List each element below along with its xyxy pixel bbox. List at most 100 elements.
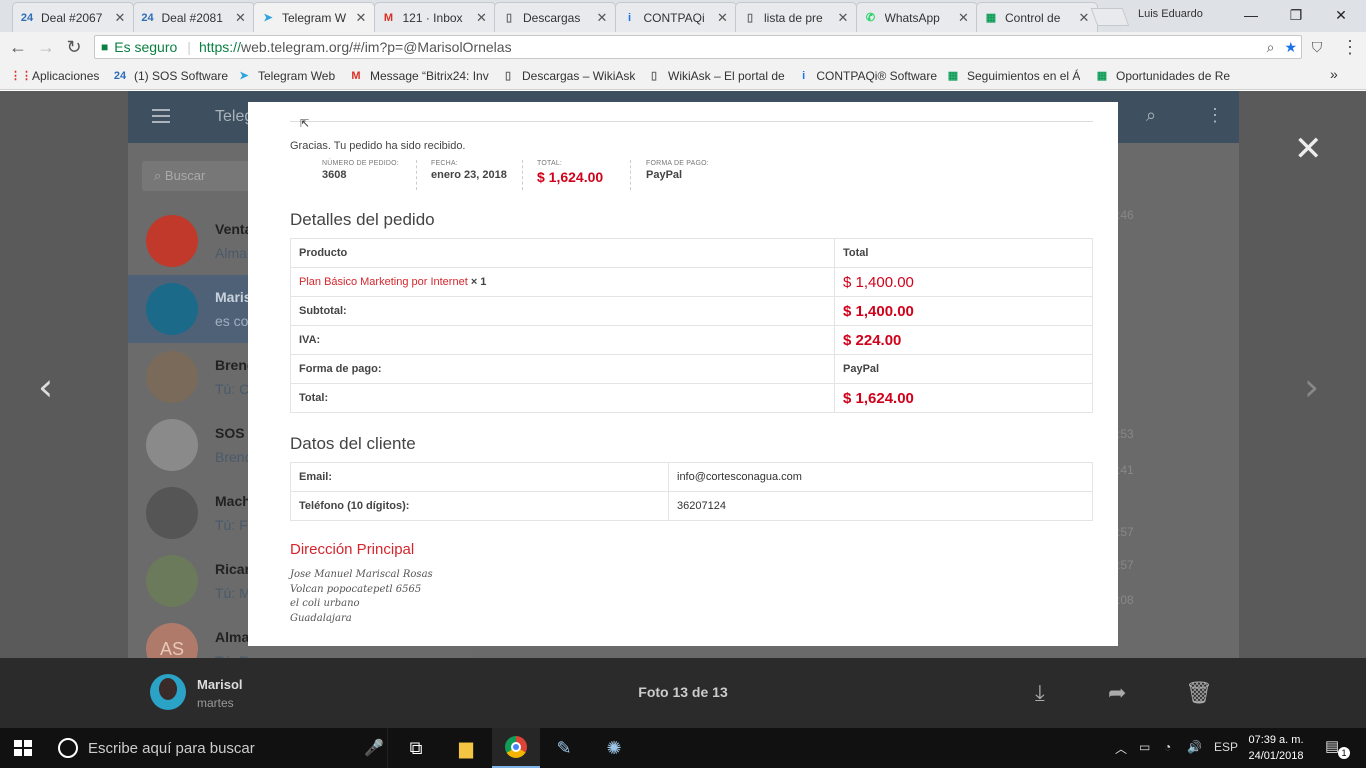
bookmark-star-icon[interactable]: ★	[1284, 36, 1297, 58]
delete-trash-icon[interactable]: 🗑	[1185, 680, 1213, 706]
bookmark-label: Aplicaciones	[32, 69, 100, 83]
column-header-total: Total	[834, 238, 1093, 268]
file-explorer-icon[interactable]: ▆	[442, 728, 490, 768]
page-icon: ▯	[505, 12, 513, 24]
bookmark-label: (1) SOS Software	[134, 69, 229, 83]
address-line: Volcan popocatepetl 6565	[290, 583, 422, 595]
tab-close-icon[interactable]: ✕	[475, 10, 489, 26]
telegram-icon: ➤	[263, 12, 273, 24]
download-icon[interactable]: ⤓	[1035, 680, 1045, 706]
bookmark-label: Seguimientos en el Á	[967, 69, 1081, 83]
browser-tab[interactable]: 24 Deal #2067 ✕	[12, 2, 134, 32]
browser-tab[interactable]: ▦ Control de ✕	[976, 2, 1098, 32]
bookmark-item[interactable]: ➤ Telegram Web	[236, 68, 335, 84]
bookmark-label: Oportunidades de Re	[1116, 69, 1231, 83]
shield-extension-icon[interactable]: ⛉	[1305, 36, 1329, 58]
bookmark-item[interactable]: i CONTPAQi® Software	[797, 68, 937, 84]
language-indicator[interactable]: ESP	[1214, 740, 1238, 754]
order-total: Total: $ 1,624.00	[537, 160, 603, 185]
menu-icon[interactable]	[152, 109, 170, 127]
photo-author-name[interactable]: Marisol	[197, 677, 243, 692]
browser-tab[interactable]: i CONTPAQi ✕	[614, 2, 737, 32]
bookmark-item[interactable]: ▯ Descargas – WikiAsk	[500, 68, 635, 84]
bookmark-item[interactable]: 24 (1) SOS Software	[112, 68, 228, 84]
clock-date: 24/01/2018	[1248, 750, 1304, 762]
browser-tab[interactable]: ▯ Descargas ✕	[494, 2, 616, 32]
browser-toolbar: ← → ↻ ■ Es seguro | https://web.telegram…	[0, 32, 1366, 62]
close-window-button[interactable]: ✕	[1318, 4, 1364, 26]
address-line: Guadalajara	[290, 612, 352, 624]
order-date: Fecha: enero 23, 2018	[431, 160, 507, 181]
avatar[interactable]	[150, 674, 186, 710]
wifi-icon[interactable]: ◔	[1164, 740, 1171, 754]
tab-title: Control de	[1005, 10, 1061, 25]
tab-close-icon[interactable]: ✕	[113, 10, 127, 26]
order-date-value: enero 23, 2018	[431, 169, 507, 181]
back-arrow-icon[interactable]: ←	[6, 36, 30, 58]
separator: |	[187, 39, 191, 55]
more-options-icon[interactable]: ⋮	[1206, 105, 1224, 126]
page-icon: ▯	[650, 70, 658, 82]
bookmark-label: Descargas – WikiAsk	[522, 69, 636, 83]
address-title: Dirección Principal	[290, 541, 415, 558]
volume-icon[interactable]: 🔊	[1187, 740, 1202, 754]
new-tab-button[interactable]	[1090, 8, 1130, 26]
order-date-label: Fecha:	[431, 160, 458, 167]
chat-preview: Tú: C	[215, 381, 250, 397]
tab-close-icon[interactable]: ✕	[234, 10, 248, 26]
product-link[interactable]: Plan Básico Marketing por Internet	[299, 276, 468, 288]
chrome-taskbar-icon[interactable]	[492, 728, 540, 768]
task-view-icon[interactable]: ⧉	[392, 728, 440, 768]
reload-icon[interactable]: ↻	[62, 36, 86, 58]
contpaqi-icon: i	[627, 11, 632, 24]
profile-name[interactable]: Luis Eduardo	[1138, 8, 1203, 20]
mouse-cursor-icon: ⇱	[300, 118, 310, 130]
tab-close-icon[interactable]: ✕	[1077, 10, 1091, 26]
contpaqi-icon: i	[802, 70, 806, 82]
search-icon[interactable]: ⌕	[1146, 105, 1156, 126]
bookmark-item[interactable]: M Message “Bitrix24: Inv	[348, 68, 488, 84]
forward-arrow-icon[interactable]: →	[34, 36, 58, 58]
tray-overflow-chevron-icon[interactable]: ︿	[1115, 740, 1127, 757]
url-text: web.telegram.org/#/im?p=@MarisolOrnelas	[240, 39, 512, 55]
chrome-menu-icon[interactable]: ⋮	[1338, 36, 1362, 58]
tab-close-icon[interactable]: ✕	[354, 10, 368, 26]
microphone-icon[interactable]: 🎤	[364, 738, 384, 758]
table-row: Forma de pago: PayPal	[290, 354, 1093, 384]
close-viewer-icon[interactable]: ✕	[1294, 129, 1323, 169]
tab-title: Deal #2067	[41, 10, 103, 25]
divider	[630, 160, 631, 190]
page-icon: ▯	[504, 70, 512, 82]
address-bar[interactable]: ■ Es seguro | https://web.telegram.org/#…	[94, 35, 1302, 59]
tab-close-icon[interactable]: ✕	[716, 10, 730, 26]
tab-title: WhatsApp	[884, 10, 940, 25]
notepad-app-icon[interactable]: ✎	[540, 728, 588, 768]
forward-share-icon[interactable]: ➦	[1108, 680, 1126, 706]
zoom-icon[interactable]: ⌕	[1267, 36, 1275, 58]
bookmark-item[interactable]: ▦ Oportunidades de Re	[1094, 68, 1230, 84]
bookmark-label: WikiAsk – El portal de	[668, 69, 785, 83]
next-photo-icon[interactable]: ›	[1304, 365, 1319, 409]
battery-icon[interactable]: ▭	[1139, 740, 1150, 754]
browser-tab[interactable]: 24 Deal #2081 ✕	[132, 2, 255, 32]
minimize-button[interactable]: —	[1228, 4, 1274, 26]
browser-tab[interactable]: M 121 · Inbox ✕	[373, 2, 496, 32]
previous-photo-icon[interactable]: ‹	[38, 365, 53, 409]
bookmark-item[interactable]: ▯ WikiAsk – El portal de	[646, 68, 785, 84]
bookmarks-overflow-button[interactable]: »	[1330, 66, 1338, 82]
taskbar-clock[interactable]: 07:39 a. m. 24/01/2018	[1236, 732, 1316, 764]
maximize-button[interactable]: ❐	[1273, 4, 1319, 26]
windows-start-icon[interactable]	[14, 740, 32, 756]
avatar	[146, 351, 198, 403]
browser-tab[interactable]: ✆ WhatsApp ✕	[855, 2, 978, 32]
tab-close-icon[interactable]: ✕	[836, 10, 850, 26]
browser-tab[interactable]: ▯ lista de pre ✕	[735, 2, 857, 32]
tab-close-icon[interactable]: ✕	[957, 10, 971, 26]
bookmark-item[interactable]: ▦ Seguimientos en el Á	[945, 68, 1081, 84]
taskbar-search-box[interactable]: Escribe aquí para buscar 🎤	[48, 728, 388, 768]
tab-close-icon[interactable]: ✕	[595, 10, 609, 26]
secure-label: Es seguro	[114, 39, 178, 55]
bookmark-item[interactable]: ⋮⋮ Aplicaciones	[10, 68, 99, 84]
browser-tab[interactable]: ➤ Telegram W ✕	[253, 2, 375, 32]
network-app-icon[interactable]: ✺	[590, 728, 638, 768]
